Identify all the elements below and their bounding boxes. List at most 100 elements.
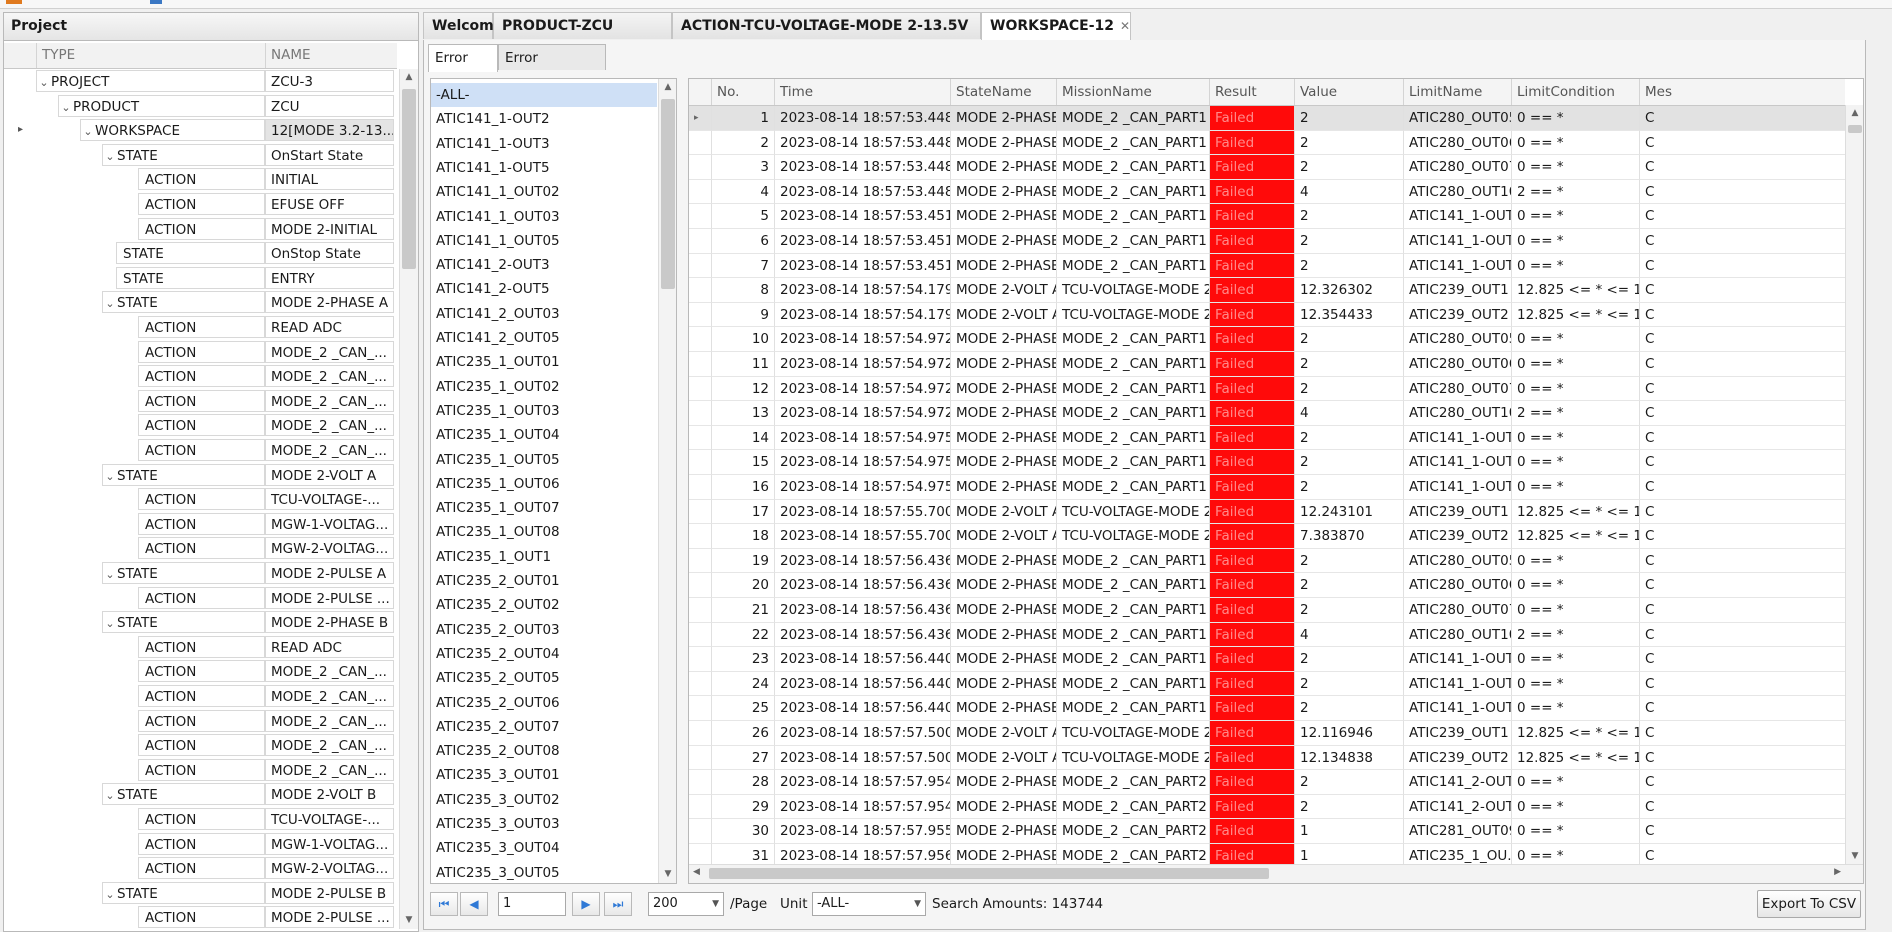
scrollbar-thumb[interactable] [661,99,675,289]
col-no[interactable]: 18 [711,524,774,549]
filter-list-item[interactable]: ATIC141_1_OUT05 [431,229,657,253]
col-value[interactable]: 12.134838 [1294,745,1403,771]
tree-node-name[interactable]: MODE 2-PULSE B [265,881,394,904]
tree-node-name[interactable]: OnStart State [265,143,394,166]
table-row[interactable]: 272023-08-14 18:57:57.500_004MODE 2-VOLT… [689,745,1845,771]
filter-list-item[interactable]: ATIC235_2_OUT01 [431,569,657,593]
col-result[interactable]: Failed [1209,524,1294,549]
tree-node-name[interactable]: READ ADC [265,635,394,658]
table-row[interactable]: 282023-08-14 18:57:57.954_001MODE 2-PHAS… [689,770,1845,795]
col-limit-condition[interactable]: 0 == * [1511,106,1639,131]
col-result[interactable]: Failed [1209,302,1294,328]
col-no[interactable]: 22 [711,622,774,648]
scrollbar-thumb[interactable] [402,89,416,269]
tree-node-name[interactable]: MODE 2-PULSE ... [265,906,394,929]
tree-row[interactable]: ACTION MODE_2 _CAN_... [4,733,397,758]
col-limit-condition[interactable]: 0 == * [1511,598,1639,623]
tree-node-name[interactable]: MODE_2 _CAN_... [265,439,394,461]
col-message[interactable]: C [1639,106,1845,131]
col-time[interactable]: 2023-08-14 18:57:53.451_004 [774,204,950,229]
last-page-button[interactable]: ⏭ [604,892,632,916]
col-no[interactable]: 28 [711,770,774,795]
col-result[interactable]: Failed [1209,327,1294,352]
col-message[interactable]: C [1639,352,1845,377]
tree-node-name[interactable]: MODE 2-PHASE A [265,291,394,314]
tree-node-name[interactable]: MGW-1-VOLTAG... [265,512,394,535]
row-header[interactable] [689,499,711,525]
col-no[interactable]: 1 [711,106,774,131]
tree-node-name[interactable]: TCU-VOLTAGE-... [265,488,394,511]
col-mission-name[interactable]: MODE_2 _CAN_PART2 [1056,819,1209,844]
col-time[interactable]: 2023-08-14 18:57:53.448_005 [774,106,950,131]
col-limit-condition[interactable]: 0 == * [1511,770,1639,795]
col-state-name[interactable]: MODE 2-PHASE A [950,229,1056,254]
col-mission-name[interactable]: MODE_2 _CAN_PART1 [1056,229,1209,254]
tree-node-type[interactable]: ⌄ STATE [102,611,265,634]
tree-row[interactable]: ACTION MODE_2 _CAN_... [4,758,397,783]
table-row[interactable]: 182023-08-14 18:57:55.700_005MODE 2-VOLT… [689,524,1845,549]
tree-node-type[interactable]: STATE [116,242,265,265]
col-limit-condition[interactable]: 2 == * [1511,179,1639,205]
row-header[interactable] [689,179,711,205]
col-no[interactable]: 24 [711,671,774,697]
first-page-button[interactable]: ⏮ [430,892,458,916]
col-value[interactable]: 2 [1294,155,1403,180]
chevron-down-icon[interactable]: ⌄ [103,146,117,165]
tree-node-type[interactable]: ⌄ STATE [102,463,265,486]
col-mission-name[interactable]: MODE_2 _CAN_PART2 [1056,770,1209,795]
col-result[interactable]: Failed [1209,622,1294,648]
filter-list-item[interactable]: ATIC235_1_OUT07 [431,496,657,520]
tree-node-type[interactable]: ACTION [138,709,265,732]
col-state-name[interactable]: MODE 2-PHASE A [950,106,1056,131]
tree-node-name[interactable]: MODE 2-PULSE ... [265,586,394,609]
col-value[interactable]: 2 [1294,573,1403,598]
filter-list-item[interactable]: ATIC141_1_OUT03 [431,205,657,229]
col-limit-condition[interactable]: 0 == * [1511,204,1639,229]
col-state-name[interactable]: MODE 2-VOLT A [950,278,1056,303]
col-value[interactable]: 2 [1294,425,1403,451]
filter-list-item[interactable]: ATIC141_2-OUT5 [431,277,657,301]
tree-node-type[interactable]: ACTION [138,488,265,511]
col-message[interactable]: C [1639,548,1845,574]
tab-action-tcu-voltage[interactable]: ACTION-TCU-VOLTAGE-MODE 2-13.5V [672,12,981,39]
col-state-name[interactable]: MODE 2-PHASE A [950,696,1056,721]
table-row[interactable]: 132023-08-14 18:57:54.972_010MODE 2-PHAS… [689,401,1845,426]
col-message[interactable]: C [1639,794,1845,820]
col-limit-name[interactable]: ATIC281_OUT09 [1403,819,1511,844]
grid-vertical-scrollbar[interactable]: ▲ ▼ [1845,105,1863,865]
tree-node-name[interactable]: INITIAL [265,168,394,191]
tree-row[interactable]: ACTION TCU-VOLTAGE-... [4,487,397,512]
row-header[interactable] [689,721,711,746]
row-header[interactable] [689,548,711,574]
row-header[interactable] [689,794,711,820]
col-mission-name[interactable]: MODE_2 _CAN_PART1 [1056,155,1209,180]
tree-node-name[interactable]: MODE 2-PHASE B [265,611,394,634]
col-no[interactable]: 7 [711,253,774,279]
col-time[interactable]: 2023-08-14 18:57:53.448_006 [774,130,950,156]
tree-row[interactable]: ACTION TCU-VOLTAGE-... [4,807,397,832]
col-limit-condition[interactable]: 0 == * [1511,130,1639,156]
toolbar-icon[interactable] [150,0,162,4]
filter-list-item[interactable]: ATIC235_2_OUT02 [431,593,657,617]
col-limit-name[interactable]: ATIC280_OUT06 [1403,130,1511,156]
table-row[interactable]: 32023-08-14 18:57:53.448_007MODE 2-PHASE… [689,155,1845,180]
col-result[interactable]: Failed [1209,425,1294,451]
scroll-down-icon[interactable]: ▼ [1846,848,1863,865]
col-message[interactable]: C [1639,130,1845,156]
col-limit-name[interactable]: ATIC280_OUT06 [1403,573,1511,598]
tab-error-log[interactable]: Error Log [428,44,498,92]
tab-workspace-12[interactable]: WORKSPACE-12 ✕ [981,12,1131,41]
column-header-type[interactable]: TYPE [36,43,265,68]
tree-node-type[interactable]: ⌄ STATE [102,291,265,314]
col-limit-name[interactable]: ATIC239_OUT1 [1403,278,1511,303]
col-message[interactable]: C [1639,499,1845,525]
col-limit-condition[interactable]: 0 == * [1511,253,1639,279]
filter-list-item[interactable]: ATIC235_1_OUT03 [431,399,657,423]
tree-node-name[interactable]: MODE_2 _CAN_... [265,414,394,437]
row-header[interactable] [689,450,711,475]
column-header-name[interactable]: NAME [265,43,397,68]
col-time[interactable]: 2023-08-14 18:57:56.436_005 [774,548,950,574]
col-limit-condition[interactable]: 2 == * [1511,401,1639,426]
filter-list-item[interactable]: ATIC235_1_OUT05 [431,448,657,472]
tree-row[interactable]: ACTION MODE_2 _CAN_... [4,340,397,365]
